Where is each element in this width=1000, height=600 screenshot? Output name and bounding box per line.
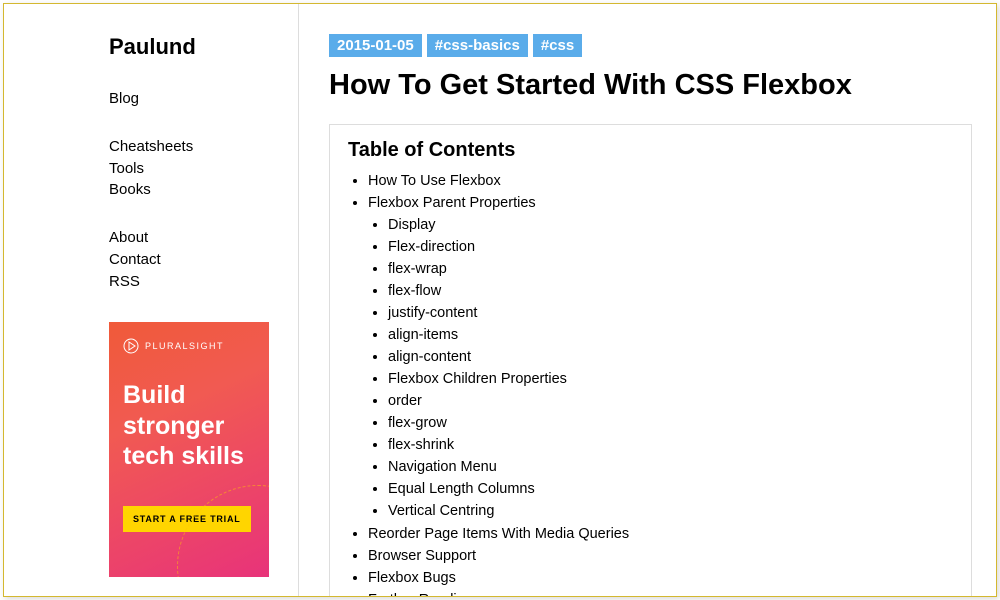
toc-link[interactable]: flex-shrink: [388, 434, 953, 456]
sidebar-item-rss[interactable]: RSS: [109, 271, 298, 293]
site-title[interactable]: Paulund: [109, 34, 298, 60]
post-tag-css-basics[interactable]: #css-basics: [427, 34, 528, 57]
sidebar-item-contact[interactable]: Contact: [109, 249, 298, 271]
ad-headline: Build stronger tech skills: [123, 380, 255, 472]
toc-link[interactable]: justify-content: [388, 302, 953, 324]
ad-brand-text: PLURALSIGHT: [145, 341, 224, 351]
toc-link[interactable]: Equal Length Columns: [388, 478, 953, 500]
toc-link[interactable]: Flex-direction: [388, 236, 953, 258]
toc-list: How To Use Flexbox Flexbox Parent Proper…: [348, 170, 953, 596]
ad-banner[interactable]: PLURALSIGHT Build stronger tech skills S…: [109, 322, 269, 577]
toc-link[interactable]: Flexbox Children Properties: [388, 368, 953, 390]
toc-link[interactable]: Vertical Centring: [388, 500, 953, 522]
ad-brand: PLURALSIGHT: [123, 338, 255, 354]
toc-link[interactable]: Flexbox Parent Properties Display Flex-d…: [368, 192, 953, 522]
toc-link[interactable]: Reorder Page Items With Media Queries: [368, 523, 953, 545]
nav-group-2: Cheatsheets Tools Books: [109, 136, 298, 201]
nav-group-1: Blog: [109, 88, 298, 110]
page-title: How To Get Started With CSS Flexbox: [329, 69, 972, 102]
toc-link[interactable]: order: [388, 390, 953, 412]
main-content: 2015-01-05 #css-basics #css How To Get S…: [299, 4, 996, 596]
ad-cta-button[interactable]: START A FREE TRIAL: [123, 506, 251, 532]
page-container: Paulund Blog Cheatsheets Tools Books Abo…: [3, 3, 997, 597]
sidebar-item-about[interactable]: About: [109, 227, 298, 249]
sidebar: Paulund Blog Cheatsheets Tools Books Abo…: [4, 4, 299, 596]
sidebar-item-books[interactable]: Books: [109, 179, 298, 201]
post-date-tag[interactable]: 2015-01-05: [329, 34, 422, 57]
table-of-contents: Table of Contents How To Use Flexbox Fle…: [329, 124, 972, 596]
toc-sublist: Display Flex-direction flex-wrap flex-fl…: [368, 214, 953, 522]
toc-link[interactable]: flex-grow: [388, 412, 953, 434]
toc-link[interactable]: flex-wrap: [388, 258, 953, 280]
post-meta: 2015-01-05 #css-basics #css: [329, 34, 972, 57]
sidebar-item-blog[interactable]: Blog: [109, 88, 298, 110]
toc-link[interactable]: Navigation Menu: [388, 456, 953, 478]
pluralsight-icon: [123, 338, 139, 354]
toc-link[interactable]: How To Use Flexbox: [368, 170, 953, 192]
sidebar-item-cheatsheets[interactable]: Cheatsheets: [109, 136, 298, 158]
sidebar-item-tools[interactable]: Tools: [109, 158, 298, 180]
toc-title: Table of Contents: [348, 139, 953, 162]
toc-link[interactable]: align-items: [388, 324, 953, 346]
toc-link-label: Flexbox Parent Properties: [368, 195, 536, 211]
toc-link[interactable]: align-content: [388, 346, 953, 368]
post-tag-css[interactable]: #css: [533, 34, 582, 57]
toc-link[interactable]: Display: [388, 214, 953, 236]
toc-link[interactable]: flex-flow: [388, 280, 953, 302]
nav-group-3: About Contact RSS: [109, 227, 298, 292]
toc-link[interactable]: Flexbox Bugs: [368, 567, 953, 589]
toc-link[interactable]: Browser Support: [368, 545, 953, 567]
toc-link[interactable]: Further Reading: [368, 589, 953, 596]
